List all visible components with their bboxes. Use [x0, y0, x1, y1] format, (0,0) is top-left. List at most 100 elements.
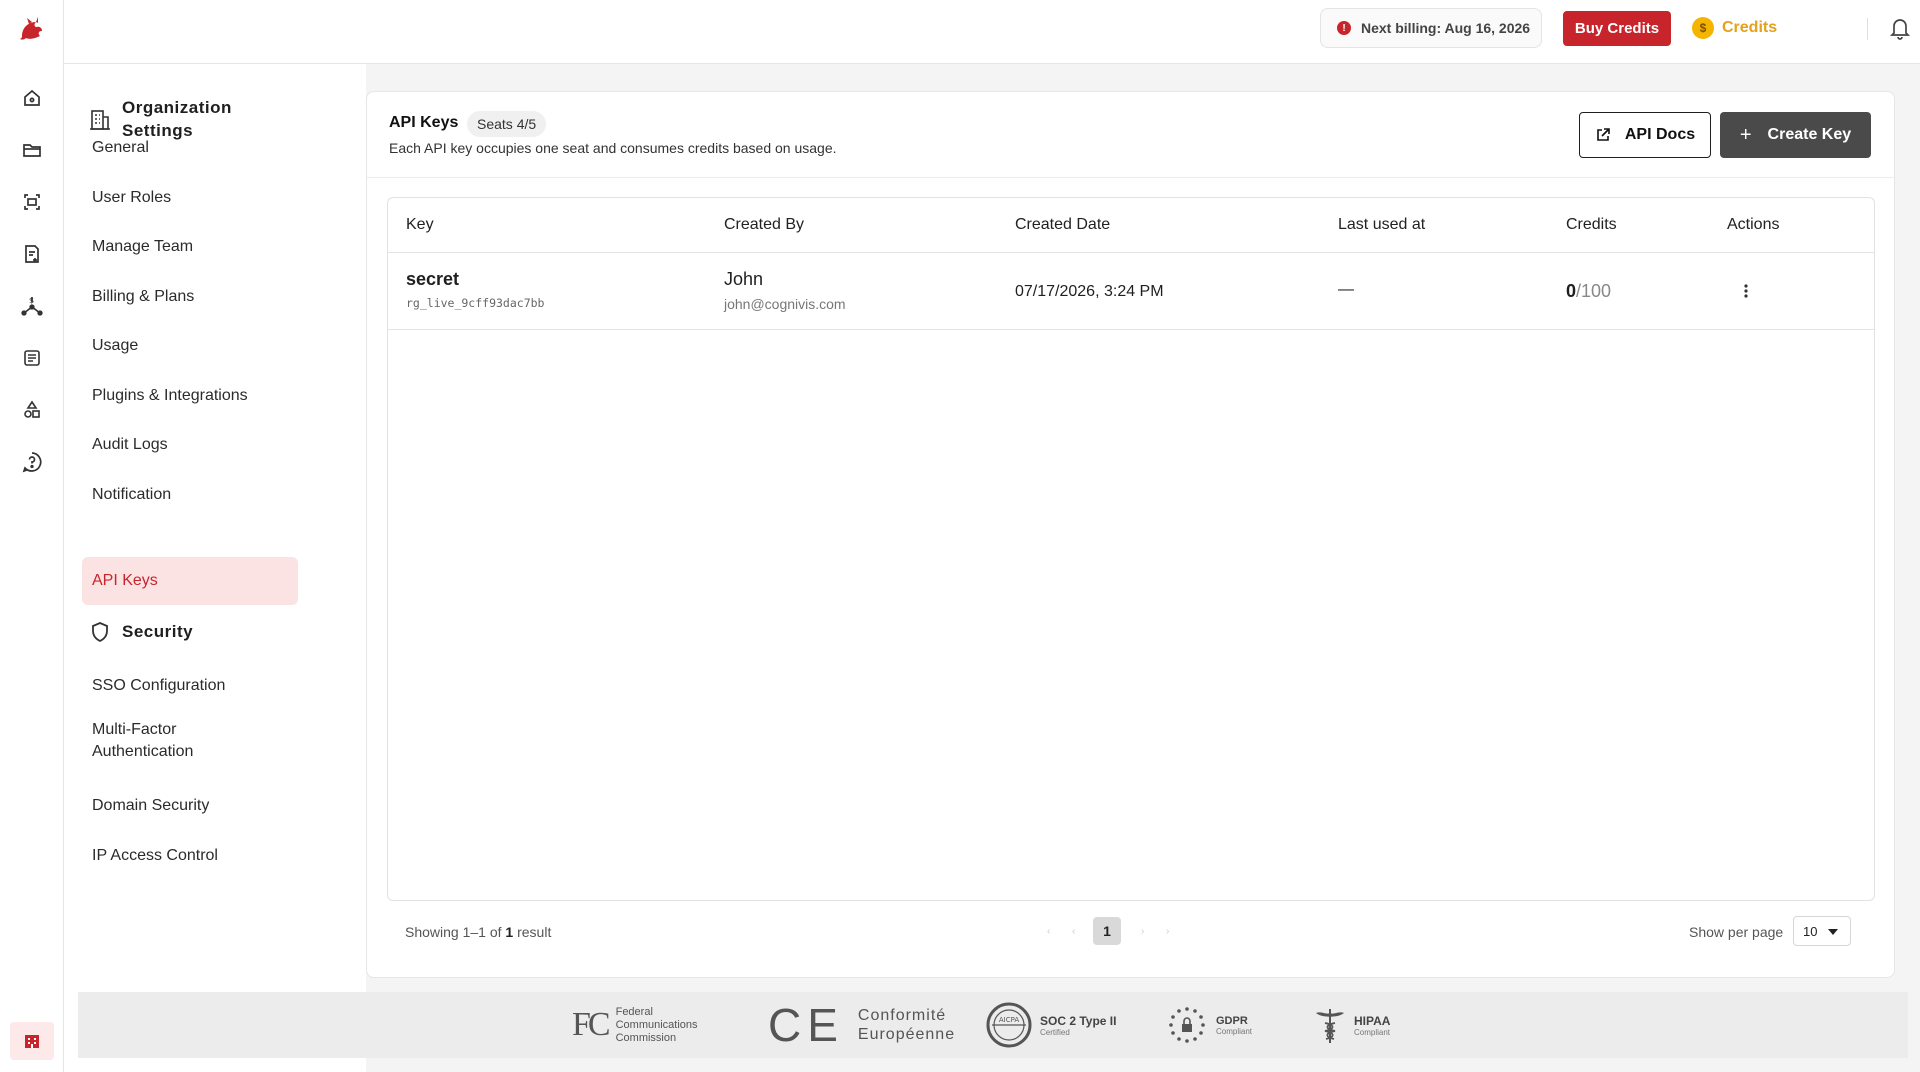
- created-by-name: John: [724, 269, 764, 289]
- per-page-value: 10: [1803, 923, 1818, 939]
- results-summary: Showing 1–1 of 1 result: [405, 924, 551, 940]
- per-page-select[interactable]: 10: [1793, 916, 1851, 946]
- pagination-bar: Showing 1–1 of 1 result ‹ ‹ 1 › › Show p…: [387, 904, 1875, 962]
- aicpa-seal-icon: AICPA: [986, 1002, 1032, 1048]
- info-icon: !: [1337, 21, 1351, 35]
- settings-nav: Organization Settings General User Roles…: [64, 64, 366, 1072]
- credits-total: /100: [1576, 281, 1612, 301]
- next-billing-text: Next billing: Aug 16, 2026: [1361, 20, 1531, 36]
- hipaa-badge: HIPAA Compliant: [1312, 992, 1390, 1058]
- api-docs-label: API Docs: [1624, 126, 1696, 143]
- nav-item-plugins-integrations[interactable]: Plugins & Integrations: [82, 372, 298, 420]
- app-logo-icon[interactable]: [16, 14, 48, 46]
- first-page-icon[interactable]: ‹: [1047, 926, 1050, 937]
- organization-icon: [25, 1035, 39, 1048]
- nav-item-audit-logs[interactable]: Audit Logs: [82, 421, 298, 469]
- buy-credits-button[interactable]: Buy Credits: [1563, 11, 1671, 46]
- ce-line-2: Européenne: [857, 1026, 956, 1043]
- card-title: API Keys: [389, 114, 459, 131]
- key-value: rg_live_9cff93dac7bb: [406, 296, 545, 310]
- ce-line-1: Conformité: [857, 1007, 947, 1024]
- nav-item-ip-access-control[interactable]: IP Access Control: [82, 832, 298, 880]
- external-link-icon: [1597, 128, 1610, 141]
- document-add-icon[interactable]: [20, 242, 44, 266]
- hipaa-title: HIPAA: [1354, 1013, 1391, 1028]
- fcc-line-3: Commission: [615, 1031, 677, 1044]
- billing-flow-icon[interactable]: $: [20, 294, 44, 318]
- list-icon[interactable]: [20, 346, 44, 370]
- security-label: Security: [122, 622, 194, 641]
- chevron-down-icon: [1828, 929, 1838, 935]
- top-bar: ! Next billing: Aug 16, 2026 Buy Credits…: [64, 0, 1920, 64]
- next-page-icon[interactable]: ›: [1141, 926, 1144, 937]
- key-name: secret: [406, 269, 460, 289]
- gdpr-title: GDPR: [1216, 1014, 1248, 1027]
- api-keys-table: Key Created By Created Date Last used at…: [387, 197, 1875, 901]
- more-actions-icon[interactable]: [1734, 279, 1758, 303]
- api-docs-button[interactable]: API Docs: [1579, 112, 1711, 158]
- column-header-created-date[interactable]: Created Date: [1015, 216, 1110, 234]
- scan-icon[interactable]: [20, 190, 44, 214]
- api-keys-card: API Keys Seats 4/5 Each API key occupies…: [366, 91, 1895, 978]
- credits-cell: 0/100: [1566, 281, 1611, 302]
- fcc-line-1: Federal: [615, 1005, 653, 1018]
- credits-link[interactable]: $ Credits: [1692, 12, 1777, 44]
- column-header-actions: Actions: [1727, 216, 1780, 233]
- credits-label: Credits: [1722, 19, 1778, 36]
- results-summary-suffix: result: [513, 924, 552, 940]
- per-page-label: Show per page: [1689, 924, 1784, 940]
- column-header-last-used[interactable]: Last used at: [1338, 216, 1425, 234]
- page-number-button[interactable]: 1: [1093, 917, 1121, 945]
- gdpr-badge: GDPR Compliant: [1166, 992, 1252, 1058]
- soc2-title: SOC 2 Type II: [1040, 1013, 1117, 1028]
- topbar-divider: [1867, 18, 1868, 40]
- card-subtitle: Each API key occupies one seat and consu…: [389, 140, 837, 156]
- icon-rail: $: [0, 0, 64, 1072]
- nav-item-multi-factor-authentication[interactable]: Multi-Factor Authentication: [82, 712, 272, 770]
- aicpa-seal-text: AICPA: [999, 1016, 1020, 1024]
- seats-badge: Seats 4/5: [467, 111, 547, 137]
- card-header: API Keys Seats 4/5 Each API key occupies…: [367, 92, 1894, 178]
- nav-item-manage-team[interactable]: Manage Team: [82, 223, 298, 271]
- created-by-email: john@cognivis.com: [724, 296, 846, 312]
- nav-item-notification[interactable]: Notification: [82, 471, 298, 519]
- compliance-footer: FC Federal Communications Commission CE …: [78, 992, 1908, 1058]
- shapes-icon[interactable]: [20, 398, 44, 422]
- column-header-created-by[interactable]: Created By: [724, 216, 804, 234]
- column-header-credits[interactable]: Credits: [1566, 216, 1617, 234]
- organization-button[interactable]: [10, 1022, 54, 1060]
- nav-item-domain-security[interactable]: Domain Security: [82, 782, 298, 830]
- nav-item-api-keys[interactable]: API Keys: [82, 557, 298, 605]
- shield-icon: [92, 622, 108, 643]
- create-key-button[interactable]: + Create Key: [1720, 112, 1871, 158]
- folder-icon[interactable]: [20, 138, 44, 162]
- security-heading: Security: [88, 620, 193, 644]
- ce-badge: CE Conformité Européenne: [768, 992, 955, 1058]
- next-billing-pill: ! Next billing: Aug 16, 2026: [1320, 8, 1542, 48]
- nav-item-general[interactable]: General: [82, 124, 298, 172]
- gdpr-subtitle: Compliant: [1216, 1026, 1253, 1036]
- table-header: Key Created By Created Date Last used at…: [388, 198, 1874, 253]
- soc2-badge: AICPA SOC 2 Type II Certified: [986, 992, 1116, 1058]
- created-date: 07/17/2026, 3:24 PM: [1015, 283, 1164, 300]
- nav-item-sso-configuration[interactable]: SSO Configuration: [82, 662, 298, 710]
- last-page-icon[interactable]: ›: [1166, 926, 1169, 937]
- nav-item-usage[interactable]: Usage: [82, 322, 298, 370]
- results-summary-prefix: Showing 1–1 of: [405, 924, 506, 940]
- soc2-subtitle: Certified: [1040, 1027, 1070, 1037]
- nav-item-billing-plans[interactable]: Billing & Plans: [82, 273, 298, 321]
- fcc-logo: FC: [572, 1006, 611, 1043]
- fcc-badge: FC Federal Communications Commission: [572, 992, 698, 1058]
- nav-item-user-roles[interactable]: User Roles: [82, 174, 298, 222]
- help-circle-icon[interactable]: [20, 450, 44, 474]
- prev-page-icon[interactable]: ‹: [1072, 926, 1075, 937]
- last-used: —: [1338, 281, 1354, 298]
- create-key-label: Create Key: [1767, 126, 1852, 143]
- ce-logo: CE: [768, 999, 844, 1051]
- fcc-line-2: Communications: [615, 1018, 698, 1031]
- bell-icon[interactable]: [1886, 14, 1914, 42]
- table-row[interactable]: secret rg_live_9cff93dac7bb John john@co…: [388, 253, 1874, 330]
- home-icon[interactable]: [20, 86, 44, 110]
- credits-used: 0: [1566, 281, 1577, 301]
- column-header-key[interactable]: Key: [406, 216, 434, 234]
